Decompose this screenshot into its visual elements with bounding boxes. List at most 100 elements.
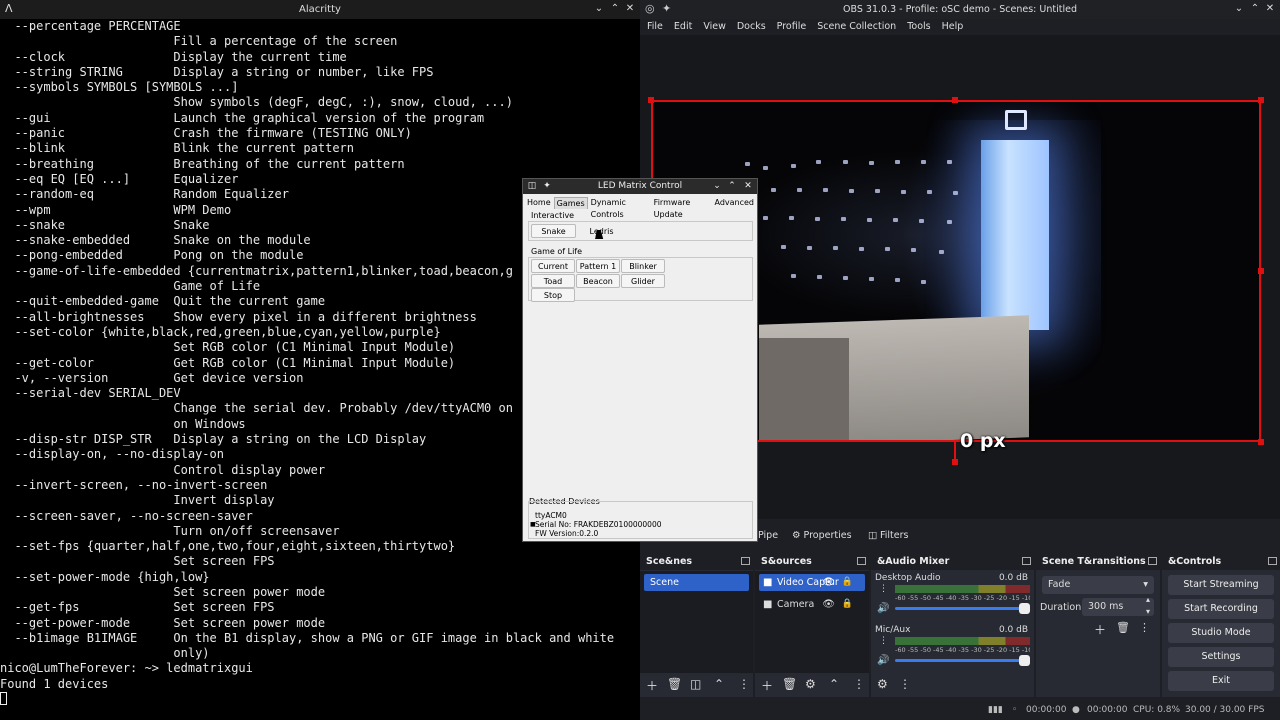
resize-handle[interactable] [648, 97, 654, 103]
volume-slider[interactable] [895, 607, 1024, 610]
gol-beacon-button[interactable]: Beacon [576, 274, 620, 288]
visibility-icon[interactable]: 👁 [822, 574, 835, 591]
resize-handle[interactable] [1258, 439, 1264, 445]
more-icon[interactable]: ⋮ [1139, 621, 1150, 634]
obs-titlebar: ◎ ✦ OBS 31.0.3 - Profile: oSC demo - Sce… [640, 0, 1280, 19]
menu-scene-collection[interactable]: Scene Collection [817, 19, 896, 35]
terminal-cursor [0, 692, 7, 706]
video-capture-icon: ■ [763, 577, 773, 588]
menu-file[interactable]: File [647, 19, 663, 35]
channel-menu-icon[interactable]: ⋮ [879, 637, 888, 646]
tab-advanced[interactable]: Advanced [712, 197, 756, 209]
exit-button[interactable]: Exit [1168, 671, 1274, 691]
maximize-icon[interactable]: ⌃ [726, 180, 738, 192]
key [823, 188, 828, 192]
more-icon[interactable]: ⋮ [899, 677, 911, 691]
menu-profile[interactable]: Profile [777, 19, 807, 35]
minimize-icon[interactable]: ⌄ [711, 180, 723, 192]
menu-edit[interactable]: Edit [674, 19, 692, 35]
source-properties-icon[interactable]: ⚙ [805, 677, 816, 691]
close-icon[interactable]: ✕ [623, 2, 637, 16]
minimize-icon[interactable]: ⌄ [592, 2, 606, 16]
key [817, 275, 822, 279]
channel-menu-icon[interactable]: ⋮ [879, 585, 888, 594]
tab-games[interactable]: Games [553, 197, 588, 209]
speaker-icon[interactable]: 🔊 [877, 655, 889, 666]
source-item[interactable]: ■ Video Captur 👁 🔒 [759, 574, 865, 591]
properties-button[interactable]: ⚙ Properties [786, 528, 858, 544]
scene-filters-icon[interactable]: ◫ [690, 677, 701, 691]
volume-meter [895, 585, 1030, 593]
scene-item[interactable]: Scene [644, 574, 749, 591]
menu-tools[interactable]: Tools [907, 19, 930, 35]
volume-slider-handle[interactable] [1019, 603, 1030, 614]
key [953, 191, 958, 195]
gol-current-button[interactable]: Current [531, 259, 575, 273]
speaker-icon[interactable]: 🔊 [877, 603, 889, 614]
duration-label: Duration [1040, 602, 1082, 613]
lock-icon[interactable]: 🔒 [842, 574, 853, 591]
filters-button[interactable]: ◫ Filters [862, 528, 914, 544]
key [901, 190, 906, 194]
remove-source-icon[interactable]: 🗑 [782, 677, 797, 691]
gol-glider-button[interactable]: Glider [621, 274, 665, 288]
gol-blinker-button[interactable]: Blinker [621, 259, 665, 273]
snake-button[interactable]: Snake [531, 224, 576, 238]
more-icon[interactable]: ⋮ [853, 677, 865, 691]
undock-icon[interactable] [1268, 557, 1277, 565]
resize-handle[interactable] [952, 97, 958, 103]
gol-toad-button[interactable]: Toad [531, 274, 575, 288]
maximize-icon[interactable]: ⌃ [608, 2, 622, 16]
gol-pattern1-button[interactable]: Pattern 1 [576, 259, 620, 273]
mixer-settings-icon[interactable]: ⚙ [877, 677, 888, 691]
volume-slider-handle[interactable] [1019, 655, 1030, 666]
key [849, 189, 854, 193]
controls-body: Start Streaming Start Recording Studio M… [1162, 571, 1280, 697]
close-icon[interactable]: ✕ [1263, 2, 1277, 16]
remove-transition-icon[interactable]: 🗑 [1116, 621, 1130, 634]
visibility-icon[interactable]: 👁 [822, 596, 835, 613]
controls-title: &Controls [1168, 556, 1222, 567]
start-recording-button[interactable]: Start Recording [1168, 599, 1274, 619]
studio-mode-button[interactable]: Studio Mode [1168, 623, 1274, 643]
resize-handle[interactable] [1258, 268, 1264, 274]
undock-icon[interactable] [857, 557, 866, 565]
menu-view[interactable]: View [703, 19, 726, 35]
start-streaming-button[interactable]: Start Streaming [1168, 575, 1274, 595]
menu-help[interactable]: Help [942, 19, 964, 35]
resize-handle[interactable] [1258, 97, 1264, 103]
volume-slider[interactable] [895, 659, 1024, 662]
device-serial: Serial No: FRAKDEBZ0100000000 [535, 520, 662, 529]
settings-button[interactable]: Settings [1168, 647, 1274, 667]
duration-input[interactable]: 300 ms ▴ ▾ [1082, 595, 1154, 616]
minimize-icon[interactable]: ⌄ [1232, 2, 1246, 16]
sources-list: ■ Video Captur 👁 🔒 ■ Camera 👁 🔒 [755, 571, 869, 673]
lock-icon[interactable]: 🔒 [842, 596, 853, 613]
remove-scene-icon[interactable]: 🗑 [667, 677, 682, 691]
menu-docks[interactable]: Docks [737, 19, 766, 35]
maximize-icon[interactable]: ⌃ [1248, 2, 1262, 16]
spinner-icon[interactable]: ▴ ▾ [1146, 594, 1150, 618]
more-icon[interactable]: ⋮ [738, 677, 750, 691]
undock-icon[interactable] [741, 557, 750, 565]
close-icon[interactable]: ✕ [742, 180, 754, 192]
add-source-icon[interactable]: ＋ [761, 677, 773, 694]
tab-dynamic-controls[interactable]: Dynamic Controls [589, 197, 651, 219]
gol-stop-button[interactable]: Stop [531, 288, 575, 302]
add-scene-icon[interactable]: ＋ [646, 677, 658, 694]
transition-select[interactable]: Fade ▾ [1042, 576, 1154, 594]
tab-firmware-update[interactable]: Firmware Update [652, 197, 712, 219]
add-transition-icon[interactable]: ＋ [1094, 621, 1106, 638]
move-up-icon[interactable]: ⌃ [714, 677, 724, 691]
scene-transitions-dock: Scene T&ransitions Fade ▾ Duration 300 m… [1036, 553, 1160, 697]
undock-icon[interactable] [1022, 557, 1031, 565]
undock-icon[interactable] [1148, 557, 1157, 565]
detected-devices-list[interactable]: ttyACM0 ■ Serial No: FRAKDEBZ0100000000 … [528, 501, 753, 539]
duration-value: 300 ms [1088, 601, 1124, 612]
move-up-icon[interactable]: ⌃ [829, 677, 839, 691]
filters-label: Filters [880, 530, 909, 541]
tab-home[interactable]: Home [525, 197, 553, 209]
source-label: Camera [777, 599, 815, 610]
source-item[interactable]: ■ Camera 👁 🔒 [759, 596, 865, 613]
resize-handle[interactable] [952, 459, 958, 465]
